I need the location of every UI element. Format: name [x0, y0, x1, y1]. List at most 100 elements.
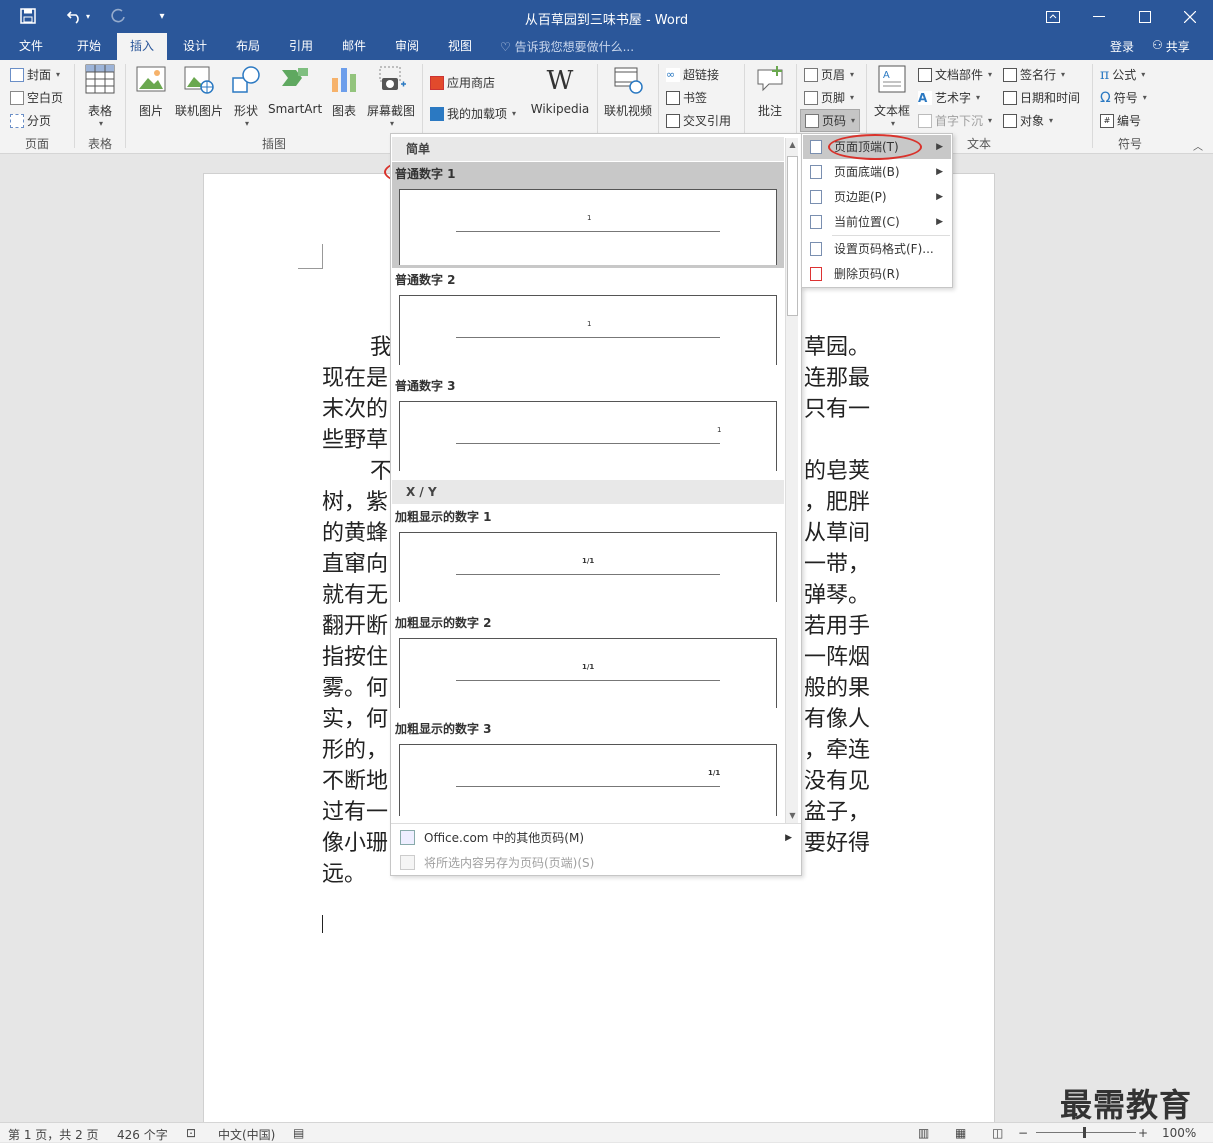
signature-line-button[interactable]: 签名行 ▾: [1003, 66, 1065, 83]
page-break-button[interactable]: 分页: [10, 112, 51, 129]
symbol-button[interactable]: Ω 符号 ▾: [1100, 89, 1147, 106]
document-line[interactable]: 些野草: [322, 425, 388, 456]
document-line-right[interactable]: ，肥胖: [804, 487, 870, 518]
hyperlink-button[interactable]: ∞ 超链接: [666, 66, 719, 83]
dropcap-button[interactable]: 首字下沉 ▾: [918, 112, 992, 129]
collapse-ribbon-icon[interactable]: ︿: [1193, 138, 1203, 153]
tab-file[interactable]: 文件: [6, 33, 56, 60]
gallery-item-plain-number-3[interactable]: 1: [399, 401, 777, 471]
tab-review[interactable]: 审阅: [382, 33, 432, 60]
document-line-right[interactable]: 草园。: [804, 332, 870, 363]
menu-item-page-margins[interactable]: 页边距(P) ▶: [803, 185, 951, 209]
smartart-button[interactable]: SmartArt: [268, 64, 322, 116]
table-button[interactable]: 表格 ▾: [80, 64, 120, 128]
ribbon-display-icon[interactable]: [1030, 0, 1076, 33]
document-line[interactable]: 直窜向: [322, 549, 388, 580]
document-line[interactable]: 不: [370, 456, 392, 487]
menu-item-format-page-numbers[interactable]: 设置页码格式(F)...: [803, 237, 951, 261]
online-picture-button[interactable]: 联机图片: [173, 64, 225, 119]
document-line-right[interactable]: 若用手: [804, 611, 870, 642]
share-button[interactable]: ⚇ 共享: [1152, 38, 1190, 55]
document-line[interactable]: 翻开断: [322, 611, 388, 642]
object-button[interactable]: 对象 ▾: [1003, 112, 1053, 129]
zoom-level[interactable]: 100%: [1162, 1126, 1196, 1140]
scroll-down-icon[interactable]: ▼: [786, 809, 799, 823]
tab-insert[interactable]: 插入: [117, 33, 167, 60]
my-addins-button[interactable]: 我的加载项 ▾: [430, 105, 516, 122]
document-line-right[interactable]: 弹琴。: [804, 580, 870, 611]
document-line-right[interactable]: 连那最: [804, 363, 870, 394]
wordart-button[interactable]: A 艺术字 ▾: [918, 89, 980, 106]
document-line-right[interactable]: 盆子，: [804, 797, 870, 828]
document-line-right[interactable]: 的皂荚: [804, 456, 870, 487]
gallery-item-bold-number-2[interactable]: 1/1: [399, 638, 777, 708]
document-line[interactable]: 我: [370, 332, 392, 363]
more-page-numbers-item[interactable]: Office.com 中的其他页码(M) ▶: [392, 825, 800, 850]
tab-design[interactable]: 设计: [170, 33, 220, 60]
gallery-item-bold-number-1[interactable]: 1/1: [399, 532, 777, 602]
word-count[interactable]: 426 个字: [117, 1126, 168, 1143]
page-count[interactable]: 第 1 页，共 2 页: [8, 1126, 99, 1143]
document-line[interactable]: 像小珊: [322, 828, 388, 859]
maximize-icon[interactable]: [1122, 0, 1168, 33]
document-line-right[interactable]: 有像人: [804, 704, 870, 735]
date-time-button[interactable]: 日期和时间: [1003, 89, 1080, 106]
gallery-item-plain-number-2[interactable]: 1: [399, 295, 777, 365]
document-line-right[interactable]: 没有见: [804, 766, 870, 797]
save-selection-item[interactable]: 将所选内容另存为页码(页端)(S): [392, 850, 800, 875]
login-link[interactable]: 登录: [1110, 38, 1134, 55]
cover-page-button[interactable]: 封面 ▾: [10, 66, 60, 83]
zoom-out-icon[interactable]: −: [1018, 1126, 1028, 1140]
wikipedia-button[interactable]: W Wikipedia: [528, 64, 592, 116]
macro-icon[interactable]: ▤: [293, 1126, 304, 1140]
tell-me-box[interactable]: ♡ 告诉我您想要做什么...: [500, 38, 634, 55]
document-line-right[interactable]: 从草间: [804, 518, 870, 549]
store-button[interactable]: 应用商店: [430, 74, 495, 91]
gallery-scrollbar[interactable]: ▲ ▼: [785, 138, 798, 823]
document-line[interactable]: 雾。何: [322, 673, 388, 704]
proofing-icon[interactable]: ⊡: [186, 1126, 196, 1140]
tab-mailings[interactable]: 邮件: [329, 33, 379, 60]
print-layout-icon[interactable]: ▦: [955, 1126, 966, 1140]
document-line[interactable]: 过有一: [322, 797, 388, 828]
menu-item-current-position[interactable]: 当前位置(C) ▶: [803, 210, 951, 234]
document-line[interactable]: 远。: [322, 859, 366, 890]
textbox-button[interactable]: A 文本框 ▾: [872, 64, 912, 128]
quick-parts-button[interactable]: 文档部件 ▾: [918, 66, 992, 83]
minimize-icon[interactable]: [1076, 0, 1122, 33]
document-line[interactable]: 末次的: [322, 394, 388, 425]
blank-page-button[interactable]: 空白页: [10, 89, 63, 106]
document-line[interactable]: 指按住: [322, 642, 388, 673]
tab-references[interactable]: 引用: [276, 33, 326, 60]
document-line[interactable]: 不断地: [322, 766, 388, 797]
tab-view[interactable]: 视图: [435, 33, 485, 60]
comment-button[interactable]: 批注: [750, 64, 790, 119]
picture-button[interactable]: 图片: [131, 64, 171, 119]
tab-layout[interactable]: 布局: [223, 33, 273, 60]
document-line[interactable]: 就有无: [322, 580, 388, 611]
document-line[interactable]: 现在是: [322, 363, 388, 394]
header-button[interactable]: 页眉 ▾: [804, 66, 854, 83]
bookmark-button[interactable]: 书签: [666, 89, 707, 106]
number-button[interactable]: # 编号: [1100, 112, 1141, 129]
chart-button[interactable]: 图表: [326, 64, 362, 119]
document-line[interactable]: 形的，: [322, 735, 388, 766]
document-line-right[interactable]: 一阵烟: [804, 642, 870, 673]
page-number-button[interactable]: 页码 ▾: [800, 109, 861, 132]
screenshot-button[interactable]: 屏幕截图 ▾: [364, 64, 418, 128]
web-layout-icon[interactable]: ◫: [992, 1126, 1003, 1140]
online-video-button[interactable]: 联机视频: [601, 64, 655, 119]
document-line[interactable]: 的黄蜂: [322, 518, 388, 549]
read-mode-icon[interactable]: ▥: [918, 1126, 929, 1140]
document-line-right[interactable]: 一带，: [804, 549, 870, 580]
scrollbar-thumb[interactable]: [787, 156, 798, 316]
scroll-up-icon[interactable]: ▲: [786, 138, 799, 152]
document-line-right[interactable]: 要好得: [804, 828, 870, 859]
menu-item-bottom-of-page[interactable]: 页面底端(B) ▶: [803, 160, 951, 184]
zoom-slider[interactable]: [1036, 1132, 1136, 1133]
close-icon[interactable]: [1167, 0, 1213, 33]
zoom-slider-thumb[interactable]: [1083, 1127, 1086, 1138]
tab-home[interactable]: 开始: [64, 33, 114, 60]
footer-button[interactable]: 页脚 ▾: [804, 89, 854, 106]
document-line[interactable]: 实，何: [322, 704, 388, 735]
